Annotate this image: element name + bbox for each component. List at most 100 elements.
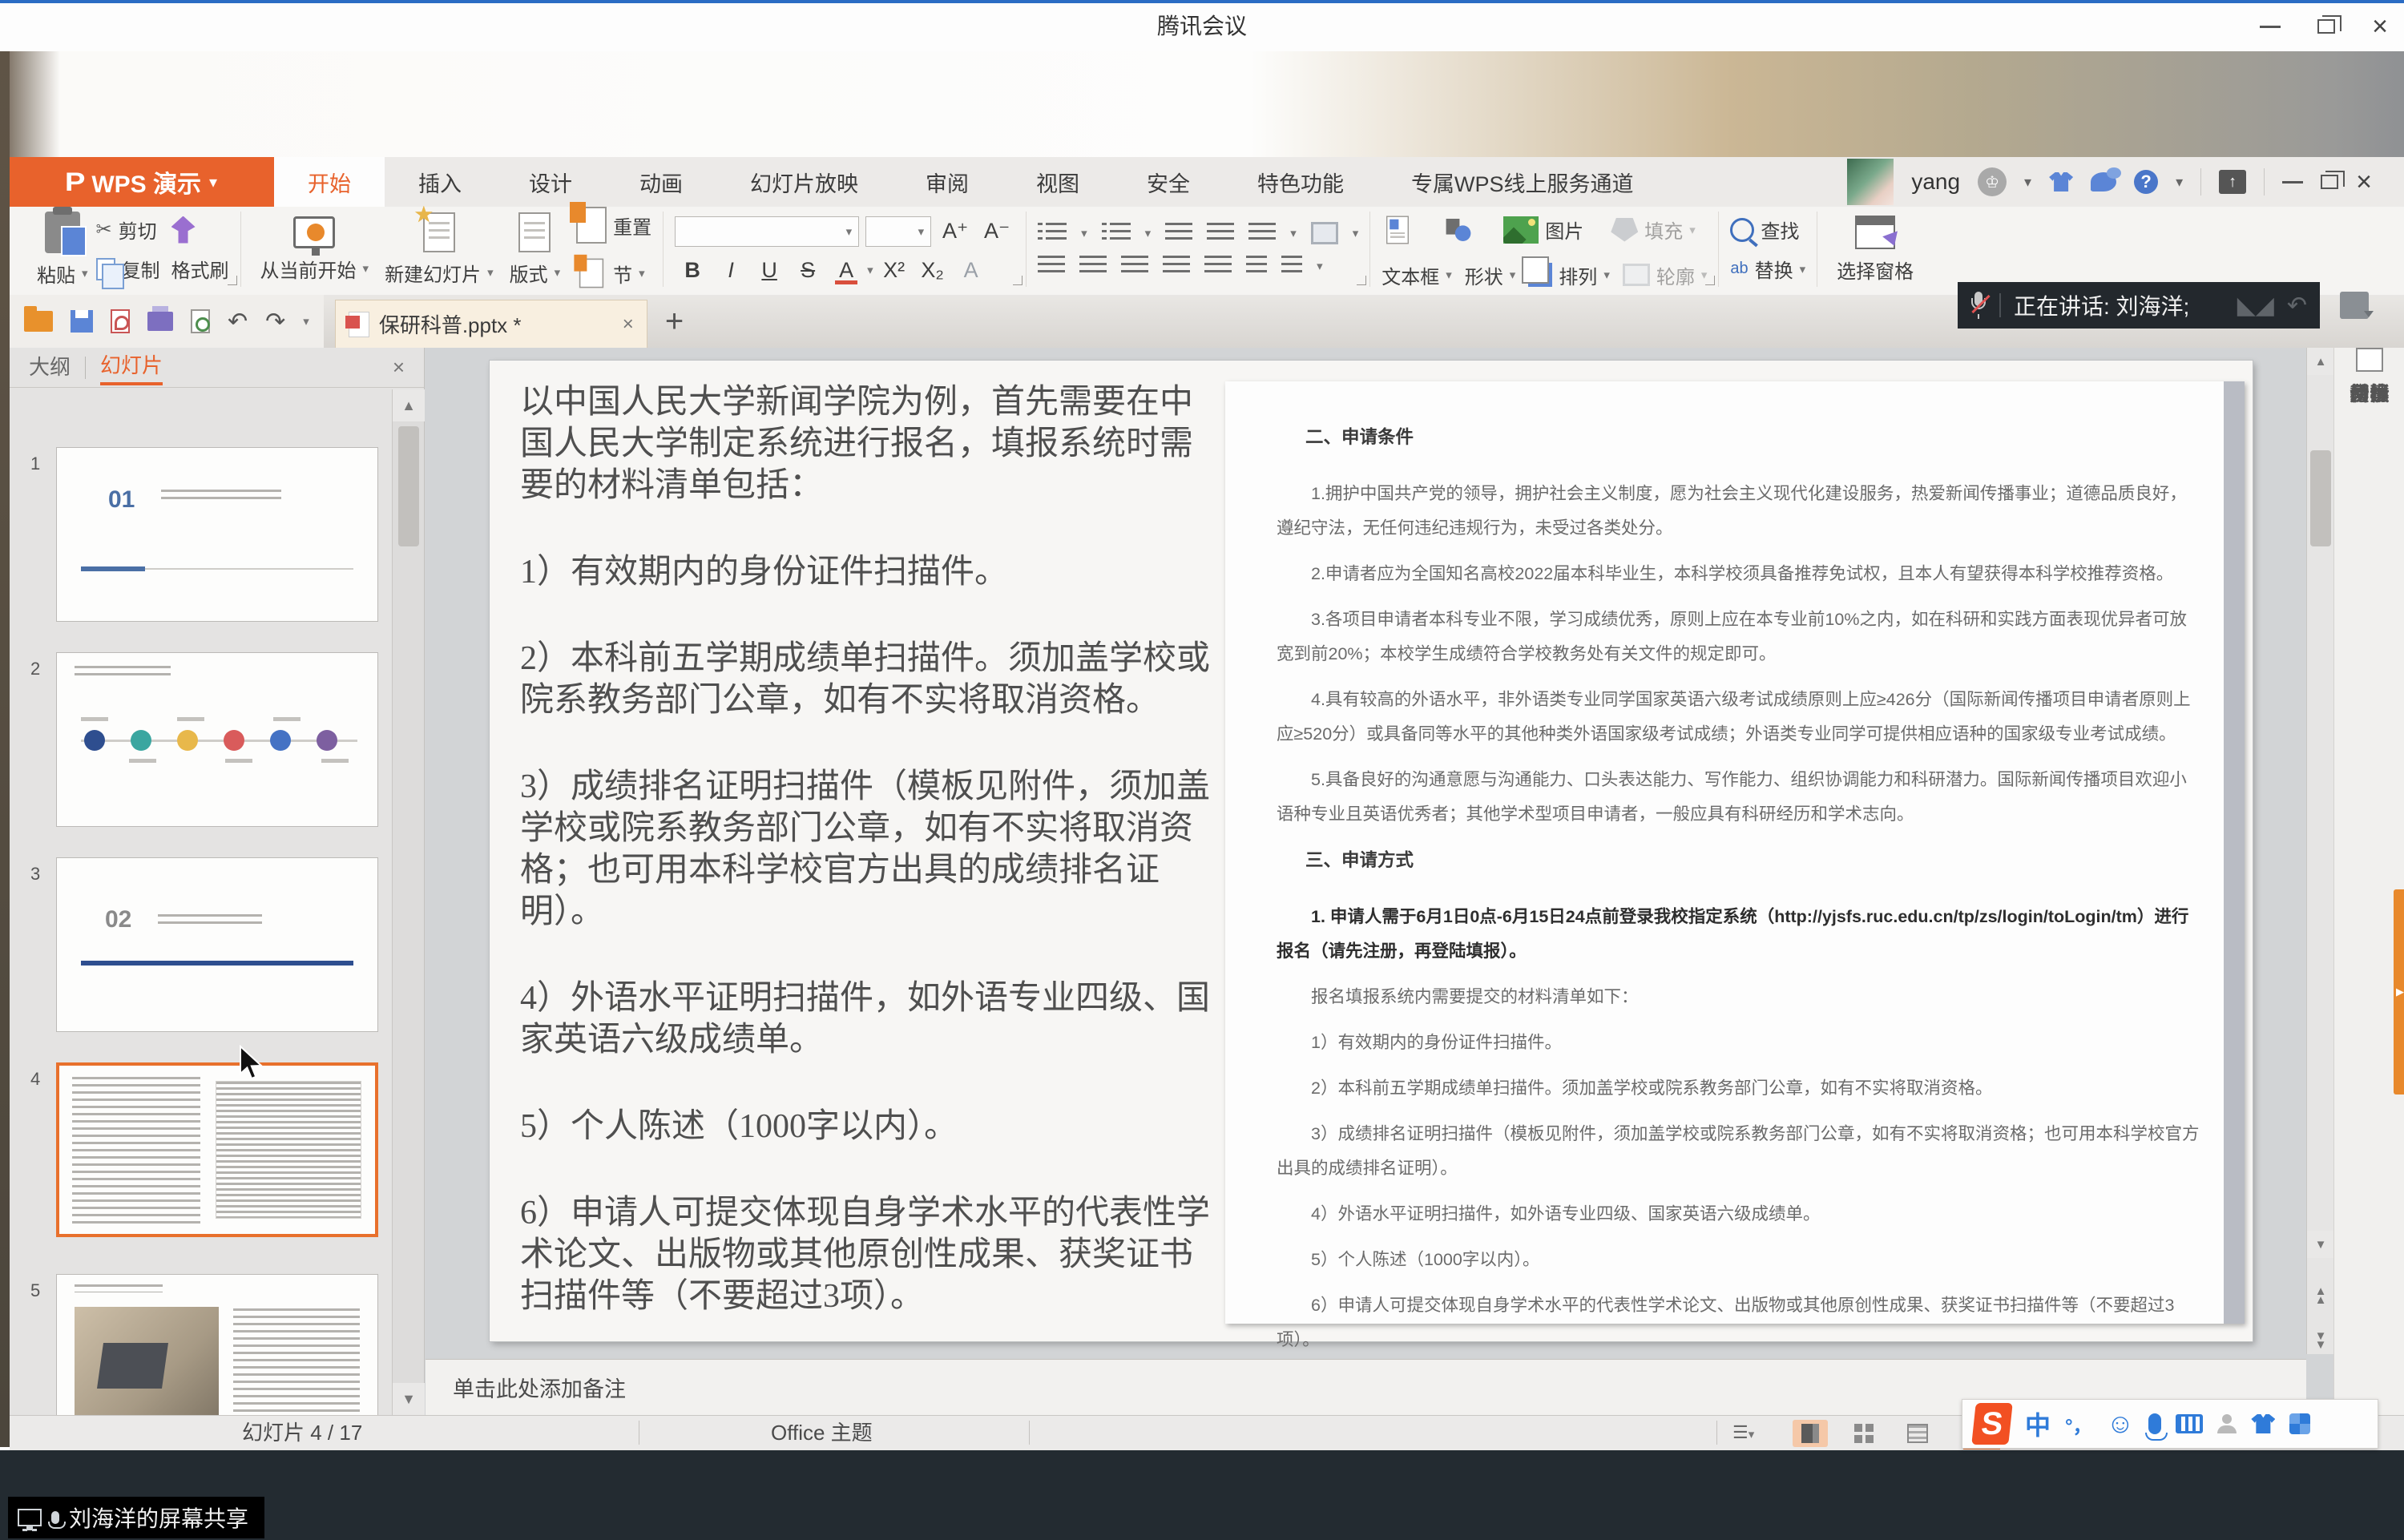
slide-thumbnail-3[interactable]: 02 — [56, 857, 378, 1032]
slide-thumbnail-1[interactable]: 01 — [56, 447, 378, 622]
replace-button[interactable]: ab 替换▾ — [1730, 255, 1805, 283]
account-icon[interactable] — [2217, 1414, 2237, 1433]
bullets-icon[interactable] — [1046, 223, 1067, 244]
customize-toolbar-icon[interactable]: ▾ — [303, 314, 309, 329]
slide-text-block[interactable]: 以中国人民大学新闻学院为例，首先需要在中国人民大学制定系统进行报名，填报系统时需… — [520, 381, 1225, 1354]
chevron-down-icon[interactable]: ▾ — [2176, 174, 2183, 191]
numbering-icon[interactable] — [1110, 223, 1131, 244]
format-painter-button[interactable] — [171, 216, 229, 244]
panel-scrollbar[interactable]: ▲ ▼ — [392, 389, 424, 1415]
superscript-button[interactable]: X² — [877, 258, 912, 283]
slide-4[interactable]: 以中国人民大学新闻学院为例，首先需要在中国人民大学制定系统进行报名，填报系统时需… — [490, 361, 2253, 1341]
wps-restore-icon[interactable] — [2321, 175, 2338, 189]
highlight-button[interactable]: A — [954, 258, 989, 283]
reset-button[interactable]: 重置 — [576, 207, 651, 244]
avatar[interactable] — [1847, 159, 1894, 205]
group-expander[interactable] — [228, 276, 237, 285]
upload-window-icon[interactable]: ↑ — [2219, 170, 2246, 194]
skin-theme-icon[interactable] — [2049, 172, 2073, 191]
close-tab-icon[interactable]: × — [623, 313, 634, 336]
minimize-icon[interactable] — [2260, 26, 2281, 28]
notes-toggle-icon[interactable]: ☰▾ — [1732, 1416, 1754, 1449]
font-color-button[interactable]: A — [829, 258, 864, 283]
grow-font-button[interactable]: A⁺ — [938, 219, 973, 244]
align-left-icon[interactable] — [1038, 256, 1065, 276]
chevron-down-icon[interactable]: ▾ — [867, 263, 873, 277]
scroll-down-icon[interactable]: ▼ — [2307, 1231, 2334, 1258]
next-slide-button[interactable]: ▼▼ — [2307, 1332, 2334, 1349]
font-size-select[interactable]: ▾ — [865, 216, 931, 247]
emoji-icon[interactable]: ☺ — [2107, 1409, 2135, 1440]
reading-view-button[interactable] — [1900, 1420, 1935, 1447]
normal-view-button[interactable] — [1793, 1420, 1828, 1447]
notes-placeholder[interactable]: 单击此处添加备注 — [453, 1372, 626, 1403]
strikethrough-button[interactable]: S — [790, 258, 825, 283]
menu-tab[interactable]: 幻灯片放映 — [716, 157, 892, 207]
menu-tab[interactable]: 设计 — [495, 157, 606, 207]
group-expander[interactable] — [1357, 276, 1366, 285]
slide-thumbnail-5[interactable] — [56, 1274, 378, 1415]
chevron-down-icon[interactable]: ▾ — [2024, 174, 2031, 191]
textbox-button[interactable]: 文本框▾ — [1381, 261, 1452, 289]
menu-tab[interactable]: 动画 — [606, 157, 716, 207]
arrange-button[interactable]: 排列▾ — [1528, 261, 1610, 289]
scrollbar-thumb[interactable] — [2310, 450, 2331, 546]
new-slide-button[interactable]: 新建幻灯片▾ — [377, 212, 502, 287]
wps-minimize-icon[interactable] — [2282, 181, 2303, 183]
return-arrow-icon[interactable]: ↶ — [2287, 292, 2307, 320]
outline-button[interactable]: 轮廓▾ — [1623, 261, 1708, 289]
fill-button[interactable]: 填充▾ — [1611, 216, 1696, 244]
menu-tab[interactable]: 视图 — [1002, 157, 1113, 207]
document-tab[interactable]: 保研科普.pptx * × — [335, 300, 647, 348]
export-pdf-icon[interactable] — [111, 309, 130, 333]
print-preview-icon[interactable] — [191, 309, 210, 333]
tab-outline[interactable]: 大纲 — [29, 351, 71, 384]
menu-tab[interactable]: 插入 — [385, 157, 495, 207]
undo-icon[interactable]: ↶ — [228, 308, 248, 336]
picture-button[interactable]: 图片 — [1503, 216, 1583, 244]
restore-icon[interactable] — [2317, 19, 2335, 34]
menu-tab[interactable]: 审阅 — [892, 157, 1002, 207]
placeholder-icon[interactable] — [1311, 222, 1338, 244]
paste-button[interactable]: 粘贴▾ — [29, 212, 96, 288]
redo-icon[interactable]: ↷ — [265, 308, 285, 336]
copy-button[interactable]: 复制 — [96, 255, 160, 283]
vip-crown-icon[interactable]: ♔ — [1978, 167, 2007, 196]
sogou-logo-icon[interactable]: S — [1971, 1403, 2012, 1445]
find-button[interactable]: 查找 — [1730, 216, 1805, 244]
collapsed-pane-tab[interactable]: ▶ — [2394, 889, 2404, 1095]
cut-button[interactable]: ✂ 剪切 — [96, 216, 160, 244]
community-chat-icon[interactable] — [2091, 172, 2116, 191]
align-right-icon[interactable] — [1121, 256, 1148, 276]
account-name[interactable]: yang — [1911, 169, 1960, 195]
save-icon[interactable] — [71, 310, 93, 333]
justify-icon[interactable] — [1163, 256, 1190, 276]
new-tab-icon[interactable]: + — [665, 304, 684, 340]
layout-button[interactable]: 版式▾ — [502, 212, 569, 287]
slide-sorter-button[interactable] — [1846, 1420, 1882, 1447]
close-icon[interactable]: × — [2372, 13, 2388, 40]
wps-logo[interactable]: P WPS 演示 ▾ — [10, 157, 274, 207]
group-expander[interactable] — [1705, 276, 1715, 285]
scroll-up-icon[interactable]: ▲ — [2307, 348, 2334, 375]
punctuation-icon[interactable]: °， — [2065, 1410, 2092, 1438]
print-icon[interactable] — [147, 312, 173, 331]
increase-indent-icon[interactable] — [1207, 223, 1234, 244]
shapes-button[interactable]: 形状▾ — [1465, 261, 1516, 289]
chinese-mode-icon[interactable]: 中 — [2025, 1405, 2051, 1442]
open-file-icon[interactable] — [24, 311, 53, 332]
toolbox-icon[interactable] — [2289, 1413, 2310, 1434]
format-painter-label[interactable]: 格式刷 — [171, 255, 229, 283]
decrease-indent-icon[interactable] — [1165, 223, 1192, 244]
text-direction-icon[interactable] — [1248, 223, 1276, 244]
shrink-font-button[interactable]: A⁻ — [979, 219, 1014, 244]
selection-pane-button[interactable]: 选择窗格 — [1829, 216, 1922, 284]
sidebar-item[interactable]: 备份 — [2334, 348, 2404, 407]
embedded-document-image[interactable]: 二、申请条件 1.拥护中国共产党的领导，拥护社会主义制度，愿为社会主义现代化建设… — [1225, 381, 2245, 1324]
align-center-icon[interactable] — [1079, 256, 1107, 276]
italic-button[interactable]: I — [713, 258, 748, 283]
play-from-current-button[interactable]: 从当前开始▾ — [252, 216, 377, 283]
close-panel-icon[interactable]: × — [393, 355, 405, 380]
wps-close-icon[interactable]: × — [2356, 168, 2372, 196]
slide-thumbnail-4-selected[interactable] — [56, 1062, 378, 1237]
